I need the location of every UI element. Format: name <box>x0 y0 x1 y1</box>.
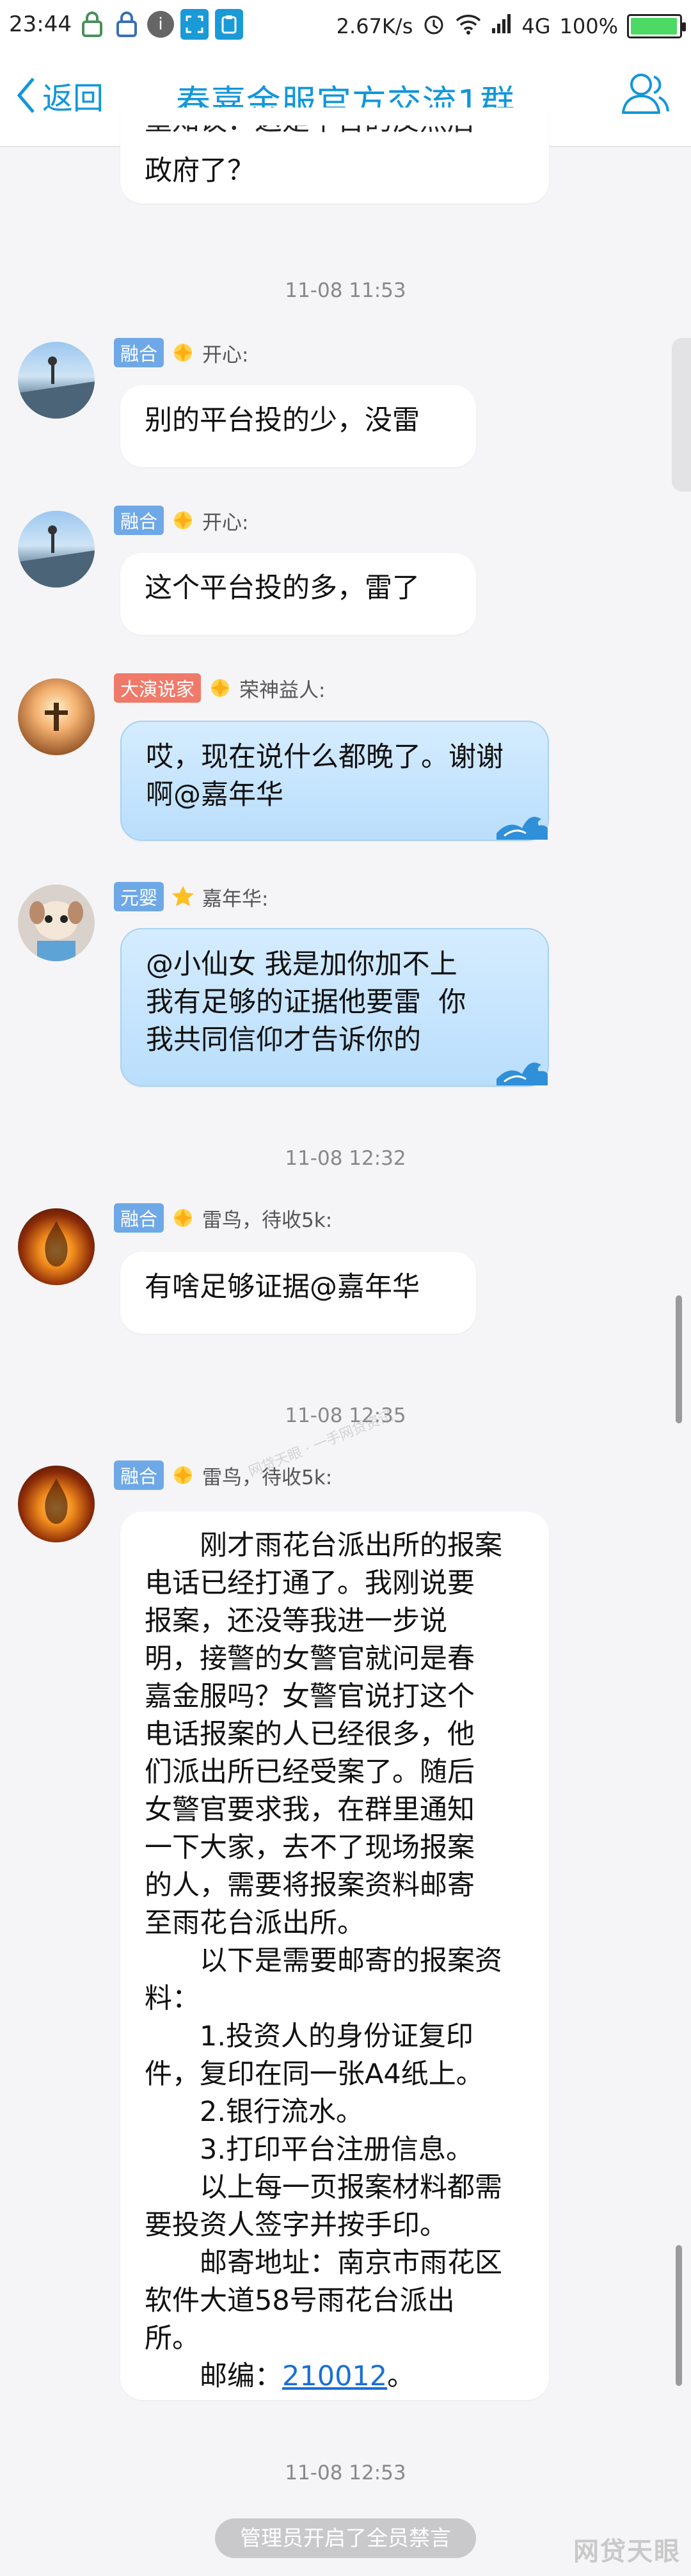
info-icon: i <box>147 11 174 38</box>
group-members-button[interactable] <box>618 67 673 124</box>
avatar[interactable] <box>18 678 95 755</box>
watermark-logo: 网贷天眼 <box>573 2537 681 2566</box>
message-line: 女警官要求我，在群里通知 <box>145 1794 475 1826</box>
scrollbar-thumb[interactable] <box>676 2245 682 2386</box>
avatar[interactable] <box>18 884 95 961</box>
wave-decoration-icon <box>496 1062 548 1085</box>
member-tag: 融合 <box>114 338 164 367</box>
message-line: 刚才雨花台派出所的报案 <box>200 1530 502 1562</box>
message-line: 我共同信仰才告诉你的 <box>146 1024 421 1056</box>
star-icon <box>211 679 230 697</box>
lock-icon <box>78 9 106 40</box>
battery-icon <box>627 14 686 38</box>
lock-icon <box>113 9 141 40</box>
postal-line: 邮编：210012。 <box>145 2358 525 2396</box>
message-line: 我有足够的证据他要雷 你 <box>146 986 466 1018</box>
message-text: 哎，现在说什么都晚了。谢谢啊@嘉年华 <box>146 741 504 811</box>
star-icon <box>174 511 193 529</box>
member-tag: 融合 <box>114 506 164 535</box>
scan-icon <box>180 9 209 40</box>
sender-name: 雷鸟，待收5k: <box>202 1208 333 1232</box>
avatar[interactable] <box>18 342 95 419</box>
signal-icon <box>491 13 512 40</box>
sender-meta: 融合 开心: <box>114 506 248 535</box>
alarm-icon <box>422 12 446 41</box>
chat-bubble[interactable]: 重知议：这是平台的反然后 政府了？ <box>120 108 549 204</box>
message-line: 电话报案的人已经很多，他 <box>145 1718 475 1750</box>
message-line: 的人，需要将报案资料邮寄 <box>145 1869 475 1901</box>
member-tag: 大演说家 <box>114 673 202 703</box>
message-line: 3.打印平台注册信息。 <box>200 2134 474 2166</box>
member-tag: 融合 <box>114 1203 164 1233</box>
status-right: 2.67K/s 4G 100% <box>336 12 686 41</box>
message-line: 一下大家，去不了现场报案 <box>145 1832 475 1864</box>
sender-name: 开心: <box>202 511 249 534</box>
status-bar: 23:44 i 2.67K/s 4G 100% <box>0 0 691 50</box>
member-tag: 元婴 <box>114 882 164 911</box>
network-type: 4G <box>521 14 551 38</box>
message-text: 这个平台投的多，雷了 <box>145 572 420 604</box>
notification-icons: i <box>78 9 243 40</box>
message-line: 料： <box>145 1983 200 2015</box>
chat-bubble[interactable]: 这个平台投的多，雷了 <box>120 553 476 635</box>
wave-decoration-icon <box>496 817 548 840</box>
side-handle[interactable] <box>672 338 691 492</box>
postal-label: 邮编： <box>200 2360 282 2392</box>
clipboard-icon <box>215 9 243 40</box>
chat-area[interactable]: 重知议：这是平台的反然后 政府了？ 11-08 11:53 融合 开心: 别的平… <box>0 108 691 2576</box>
message-text: 别的平台投的少，没雷 <box>145 404 420 436</box>
group-icon <box>622 74 669 114</box>
star-icon <box>172 886 195 906</box>
message-text: 有啥足够证据@嘉年华 <box>145 1271 420 1303</box>
message-line: 要投资人签字并按手印。 <box>145 2209 447 2241</box>
sender-name: 荣神益人: <box>239 678 326 702</box>
battery-percent: 100% <box>559 14 618 38</box>
sender-name: 嘉年华: <box>202 887 269 911</box>
message-line: 件，复印在同一张A4纸上。 <box>145 2058 484 2090</box>
message-line: @小仙女 我是加你加不上 <box>146 948 457 980</box>
sender-meta: 大演说家 荣神益人: <box>114 673 325 703</box>
message-line: 电话已经打通了。我刚说要 <box>145 1567 475 1599</box>
chat-bubble[interactable]: @小仙女 我是加你加不上 我有足够的证据他要雷 你 我共同信仰才告诉你的 <box>120 928 549 1087</box>
system-notice: 管理员开启了全员禁言 <box>215 2518 476 2558</box>
avatar[interactable] <box>18 1466 95 1542</box>
postal-end: 。 <box>387 2360 415 2392</box>
message-line: 明，接警的女警官就问是春 <box>145 1643 475 1675</box>
status-time: 23:44 <box>9 12 72 37</box>
star-icon <box>174 1209 193 1227</box>
sender-meta: 元婴 嘉年华: <box>114 882 268 911</box>
timestamp: 11-08 12:53 <box>285 2461 406 2484</box>
message-text: 政府了？ <box>145 155 255 187</box>
message-line: 们派出所已经受案了。随后 <box>145 1756 475 1788</box>
chat-bubble[interactable]: 别的平台投的少，没雷 <box>120 385 476 467</box>
message-line: 软件大道58号雨花台派出 <box>145 2285 455 2317</box>
timestamp: 11-08 12:32 <box>285 1147 406 1170</box>
network-speed: 2.67K/s <box>336 14 413 38</box>
message-line: 1.投资人的身份证复印 <box>200 2020 474 2052</box>
sender-meta: 融合 雷鸟，待收5k: <box>114 1460 332 1490</box>
message-line: 2.银行流水。 <box>200 2096 364 2128</box>
message-line: 所。 <box>145 2323 200 2355</box>
member-tag: 融合 <box>114 1460 164 1490</box>
postal-code-link[interactable]: 210012 <box>282 2360 387 2392</box>
message-line: 至雨花台派出所。 <box>145 1907 365 1939</box>
sender-meta: 融合 雷鸟，待收5k: <box>114 1203 332 1233</box>
wifi-icon <box>455 13 482 40</box>
message-line: 邮寄地址：南京市雨花区 <box>200 2247 502 2279</box>
message-line: 报案，还没等我进一步说 <box>145 1605 447 1637</box>
timestamp: 11-08 11:53 <box>285 279 406 302</box>
sender-meta: 融合 开心: <box>114 338 248 367</box>
star-icon <box>174 1466 193 1484</box>
message-line: 以上每一页报案材料都需 <box>200 2172 502 2204</box>
chat-bubble[interactable]: 有啥足够证据@嘉年华 <box>120 1252 476 1334</box>
avatar[interactable] <box>18 511 95 588</box>
star-icon <box>174 344 193 362</box>
avatar[interactable] <box>18 1208 95 1285</box>
scrollbar-thumb[interactable] <box>676 1295 682 1423</box>
chat-bubble[interactable]: 刚才雨花台派出所的报案 电话已经打通了。我刚说要 报案，还没等我进一步说 明，接… <box>120 1512 549 2400</box>
chat-bubble[interactable]: 哎，现在说什么都晚了。谢谢啊@嘉年华 <box>120 721 549 841</box>
message-line: 以下是需要邮寄的报案资 <box>200 1945 502 1977</box>
message-line: 嘉金服吗？女警官说打这个 <box>145 1681 475 1713</box>
sender-name: 开心: <box>202 343 249 367</box>
